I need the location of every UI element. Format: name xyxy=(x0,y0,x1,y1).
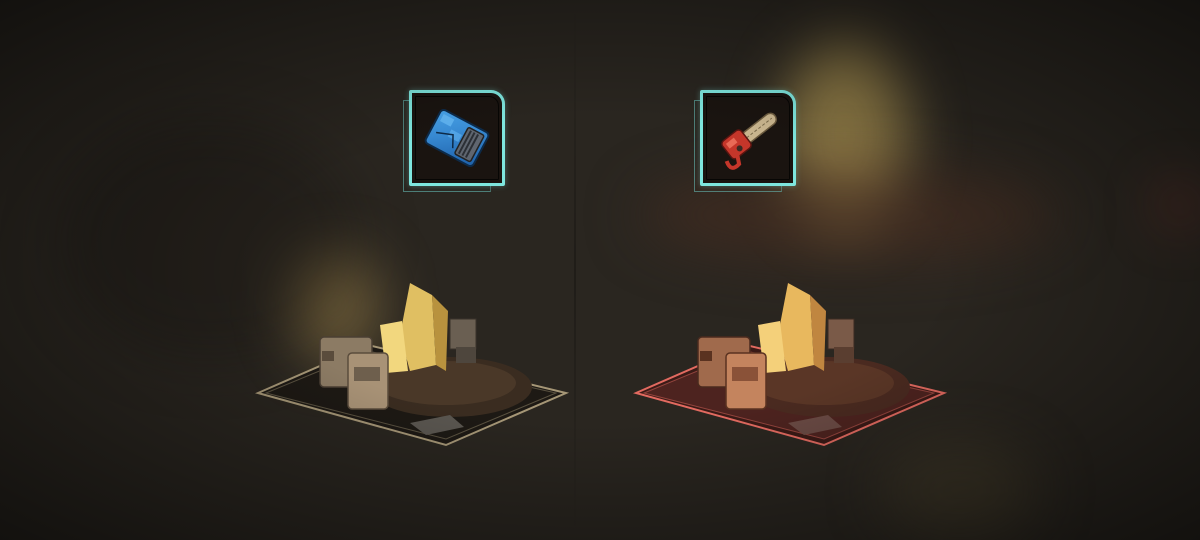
blue-armor-plate-icon xyxy=(424,108,490,168)
game-scene xyxy=(0,0,1200,540)
gold-mine-building-right[interactable] xyxy=(628,275,958,455)
background-blur-bottom xyxy=(880,440,1040,540)
slot-frame xyxy=(409,90,505,186)
chainsaw-icon xyxy=(721,112,777,170)
gold-mine-building-left[interactable] xyxy=(250,275,580,455)
background-blur-right-edge xyxy=(1160,185,1200,225)
slot-frame xyxy=(700,90,796,186)
panel-divider xyxy=(574,0,576,540)
item-slot-left[interactable] xyxy=(403,90,505,192)
item-slot-right[interactable] xyxy=(694,90,796,192)
